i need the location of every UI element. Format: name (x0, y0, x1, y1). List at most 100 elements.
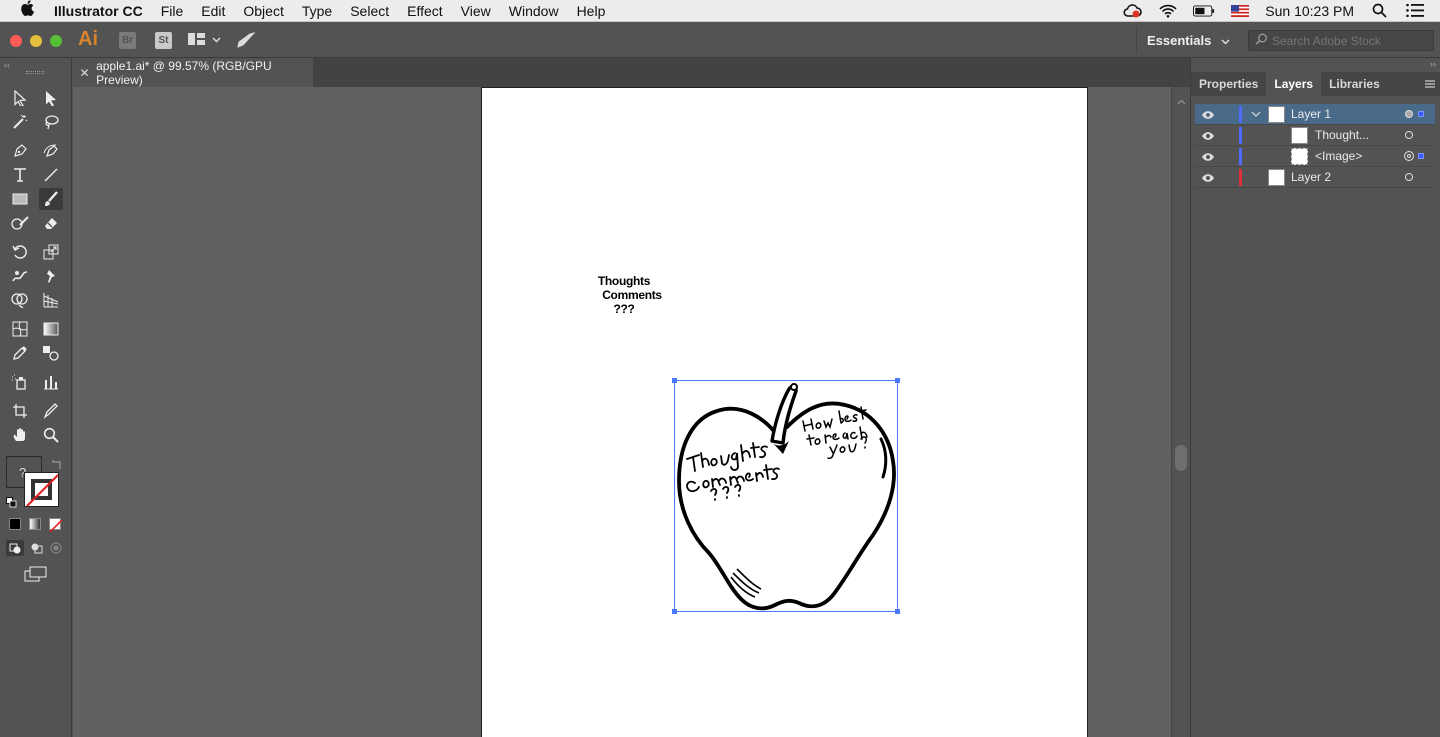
layer-selection-indicator[interactable] (1418, 111, 1424, 117)
menubar-clock[interactable]: Sun 10:23 PM (1265, 3, 1354, 19)
line-segment-tool-icon[interactable] (39, 164, 63, 186)
menu-window[interactable]: Window (509, 3, 559, 19)
shape-builder-tool-icon[interactable] (8, 289, 32, 311)
layer-target-icon[interactable] (1405, 110, 1413, 118)
zoom-window-button[interactable] (50, 35, 62, 47)
draw-behind-icon[interactable] (28, 540, 46, 561)
panel-grip[interactable] (26, 71, 44, 74)
stock-button[interactable]: St (155, 32, 172, 49)
symbol-sprayer-tool-icon[interactable] (8, 371, 32, 393)
us-flag-icon[interactable] (1229, 4, 1251, 18)
lasso-tool-icon[interactable] (39, 111, 63, 133)
spotlight-search-icon[interactable] (1368, 3, 1390, 18)
tab-layers[interactable]: Layers (1266, 72, 1322, 96)
change-screen-mode-icon[interactable] (24, 566, 48, 587)
document-tab[interactable]: ✕ apple1.ai* @ 99.57% (RGB/GPU Preview) (73, 58, 313, 87)
menu-edit[interactable]: Edit (201, 3, 225, 19)
perspective-grid-tool-icon[interactable] (39, 289, 63, 311)
menu-select[interactable]: Select (350, 3, 389, 19)
hand-tool-icon[interactable] (8, 424, 32, 446)
type-tool-icon[interactable] (8, 164, 32, 186)
layer-target-icon[interactable] (1405, 131, 1413, 139)
scale-tool-icon[interactable] (39, 241, 63, 263)
stock-search-input[interactable] (1272, 33, 1432, 48)
bounding-box-handle-bottom-right[interactable] (895, 609, 900, 614)
artboard-tool-icon[interactable] (8, 400, 32, 422)
collapse-panel-icon[interactable]: ‹‹ (4, 60, 10, 70)
eyedropper-tool-icon[interactable] (8, 342, 32, 364)
magic-wand-tool-icon[interactable] (8, 111, 32, 133)
layer-row-image[interactable]: <Image> (1195, 146, 1435, 167)
bounding-box-handle-top-left[interactable] (672, 378, 677, 383)
scrollbar-thumb[interactable] (1175, 445, 1187, 471)
apple-image-bounding-box[interactable] (672, 378, 900, 614)
apple-menu-icon[interactable] (0, 0, 54, 21)
close-window-button[interactable] (10, 35, 22, 47)
menu-type[interactable]: Type (302, 3, 332, 19)
creative-cloud-icon[interactable] (1121, 3, 1143, 18)
layer-row-layer-1[interactable]: Layer 1 (1195, 104, 1435, 125)
warp-tool-icon[interactable] (8, 265, 32, 287)
battery-icon[interactable] (1193, 4, 1215, 18)
layer-target-icon[interactable] (1404, 151, 1414, 161)
slice-tool-icon[interactable] (39, 400, 63, 422)
rotate-tool-icon[interactable] (8, 241, 32, 263)
eraser-tool-icon[interactable] (39, 212, 63, 234)
arrange-documents-icon[interactable] (188, 32, 222, 53)
panel-menu-icon[interactable] (1419, 72, 1440, 96)
layer-row-layer-2[interactable]: Layer 2 (1195, 167, 1435, 188)
bounding-box-handle-bottom-left[interactable] (672, 609, 677, 614)
layer-name[interactable]: Layer 1 (1291, 107, 1331, 121)
gradient-tool-icon[interactable] (39, 318, 63, 340)
stock-search-field[interactable] (1248, 30, 1434, 51)
menu-view[interactable]: View (461, 3, 491, 19)
visibility-eye-icon[interactable] (1201, 151, 1215, 161)
workspace-switcher[interactable]: Essentials (1136, 26, 1242, 54)
draw-normal-icon[interactable] (6, 540, 24, 556)
blend-tool-icon[interactable] (39, 342, 63, 364)
tab-properties[interactable]: Properties (1191, 72, 1266, 96)
none-mode-button[interactable] (49, 518, 63, 533)
puppet-warp-tool-icon[interactable] (39, 265, 63, 287)
color-mode-button[interactable] (9, 518, 21, 530)
wifi-icon[interactable] (1157, 4, 1179, 18)
pen-tool-icon[interactable] (8, 140, 32, 162)
menu-object[interactable]: Object (243, 3, 283, 19)
artboard[interactable]: Thoughts Comments ??? (481, 87, 1088, 737)
paintbrush-tool-icon[interactable] (39, 188, 63, 210)
minimize-window-button[interactable] (30, 35, 42, 47)
selection-tool-icon[interactable] (8, 87, 32, 109)
mesh-tool-icon[interactable] (8, 318, 32, 340)
layer-name[interactable]: Layer 2 (1291, 170, 1331, 184)
default-fill-stroke-icon[interactable] (6, 495, 17, 513)
zoom-tool-icon[interactable] (39, 424, 63, 446)
expand-panels-icon[interactable]: ›› (1430, 59, 1436, 69)
visibility-eye-icon[interactable] (1201, 109, 1215, 119)
draw-inside-icon[interactable] (48, 540, 66, 561)
tab-libraries[interactable]: Libraries (1321, 72, 1388, 96)
layer-name[interactable]: <Image> (1315, 149, 1362, 163)
gradient-mode-button[interactable] (29, 518, 41, 530)
direct-selection-tool-icon[interactable] (39, 87, 63, 109)
chevron-down-icon[interactable] (1251, 109, 1261, 120)
scroll-up-icon[interactable] (1177, 92, 1186, 110)
menu-effect[interactable]: Effect (407, 3, 443, 19)
bounding-box-handle-top-right[interactable] (895, 378, 900, 383)
close-tab-icon[interactable]: ✕ (73, 66, 96, 80)
menu-file[interactable]: File (161, 3, 184, 19)
notification-center-icon[interactable] (1404, 4, 1426, 18)
layer-row-thoughts-text[interactable]: Thought... (1195, 125, 1435, 146)
app-name-menu[interactable]: Illustrator CC (54, 3, 143, 19)
canvas[interactable]: Thoughts Comments ??? (73, 87, 1171, 737)
curvature-tool-icon[interactable] (39, 140, 63, 162)
bridge-button[interactable]: Br (119, 32, 136, 49)
column-graph-tool-icon[interactable] (39, 371, 63, 393)
shaper-tool-icon[interactable] (8, 212, 32, 234)
visibility-eye-icon[interactable] (1201, 172, 1215, 182)
menu-help[interactable]: Help (577, 3, 606, 19)
layer-selection-indicator[interactable] (1418, 153, 1424, 159)
layer-target-icon[interactable] (1405, 173, 1413, 181)
visibility-eye-icon[interactable] (1201, 130, 1215, 140)
thoughts-text-object[interactable]: Thoughts Comments ??? (592, 274, 672, 316)
vertical-scrollbar[interactable] (1171, 87, 1190, 737)
